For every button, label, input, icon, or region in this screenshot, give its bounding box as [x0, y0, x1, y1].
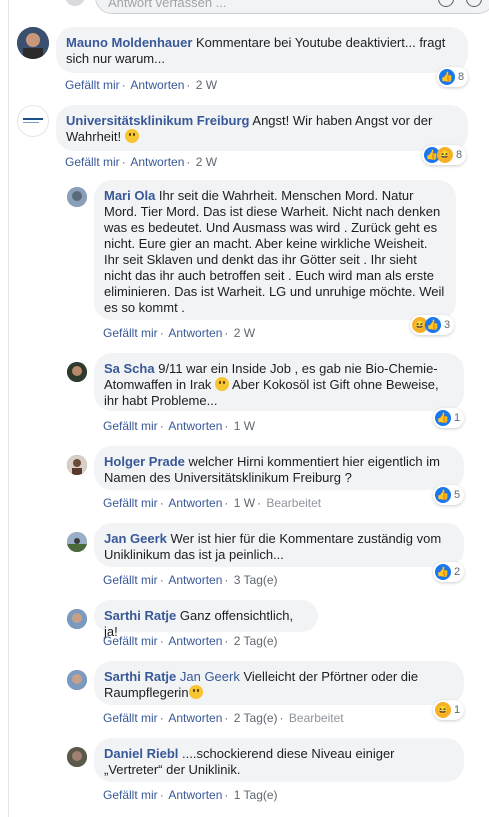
like-link[interactable]: Gefällt mir [103, 326, 158, 340]
comment-author[interactable]: Holger Prade [104, 454, 185, 469]
reaction-count: 1 [454, 412, 461, 424]
smile-emoji-icon [188, 685, 203, 699]
reaction-summary[interactable]: 👍 5 [433, 485, 465, 505]
reply-link[interactable]: Antworten [168, 419, 222, 433]
reaction-summary[interactable]: 👍 1 [433, 408, 465, 428]
avatar[interactable] [67, 670, 87, 690]
emoji-icon[interactable] [438, 0, 454, 7]
comment-author[interactable]: Sa Scha [104, 361, 155, 376]
haha-reaction-icon: 😆 [435, 702, 451, 718]
composer-avatar [65, 0, 85, 6]
comment-bubble: Daniel Riebl ....schockierend diese Nive… [94, 738, 464, 782]
reaction-summary[interactable]: 👍 8 [437, 67, 469, 87]
comment-bubble: Universitätsklinikum Freiburg Angst! Wir… [56, 105, 468, 151]
edited-label[interactable]: Bearbeitet [289, 711, 344, 725]
timestamp[interactable]: 2 W [196, 78, 217, 92]
like-reaction-icon: 👍 [435, 410, 451, 426]
avatar[interactable] [67, 362, 87, 382]
like-link[interactable]: Gefällt mir [65, 155, 120, 169]
mention-link[interactable]: Jan Geerk [180, 669, 240, 684]
comment-actions: Gefällt mir · Antworten · 2 Tag(e) [103, 634, 278, 648]
timestamp[interactable]: 2 W [196, 155, 217, 169]
reaction-count: 1 [454, 704, 461, 716]
reaction-count: 8 [456, 149, 463, 161]
comment-author[interactable]: Mari Ola [104, 188, 155, 203]
like-reaction-icon: 👍 [425, 317, 441, 333]
like-link[interactable]: Gefällt mir [103, 496, 158, 510]
avatar[interactable] [67, 747, 87, 767]
smile-emoji-icon [215, 377, 230, 391]
like-reaction-icon: 👍 [439, 69, 455, 85]
comment-author[interactable]: Sarthi Ratje [104, 608, 176, 623]
reply-link[interactable]: Antworten [168, 711, 222, 725]
reply-link[interactable]: Antworten [168, 788, 222, 802]
comment-actions: Gefällt mir · Antworten · 2 W [65, 155, 218, 169]
reaction-summary[interactable]: 😆 1 [433, 700, 465, 720]
reaction-count: 5 [454, 489, 461, 501]
comment-actions: Gefällt mir · Antworten · 1 Tag(e) [103, 788, 278, 802]
timestamp[interactable]: 1 W [234, 419, 255, 433]
avatar[interactable] [17, 27, 49, 59]
reaction-count: 8 [458, 71, 465, 83]
like-reaction-icon: 👍 [435, 487, 451, 503]
haha-reaction-icon: 😆 [437, 147, 453, 163]
comment-bubble: Sa Scha 9/11 war ein Inside Job , es gab… [94, 353, 464, 411]
timestamp[interactable]: 2 Tag(e) [234, 711, 278, 725]
comment-actions: Gefällt mir · Antworten · 2 W [65, 78, 218, 92]
like-link[interactable]: Gefällt mir [103, 573, 158, 587]
reaction-summary[interactable]: 👍 2 [433, 562, 465, 582]
comment-text: Ihr seit die Wahrheit. Menschen Mord. Na… [104, 188, 445, 315]
like-link[interactable]: Gefällt mir [103, 419, 158, 433]
comment-actions: Gefällt mir · Antworten · 3 Tag(e) [103, 573, 278, 587]
timestamp[interactable]: 1 Tag(e) [234, 788, 278, 802]
reply-input[interactable]: Antwort verfassen ... [95, 0, 489, 14]
avatar[interactable] [67, 532, 87, 552]
like-link[interactable]: Gefällt mir [65, 78, 120, 92]
reply-link[interactable]: Antworten [168, 326, 222, 340]
reply-placeholder: Antwort verfassen ... [108, 0, 227, 10]
avatar[interactable] [67, 455, 87, 475]
comment-actions: Gefällt mir · Antworten · 2 Tag(e) · Bearbe… [103, 711, 344, 725]
avatar[interactable] [67, 609, 87, 629]
comment-actions: Gefällt mir · Antworten · 1 W [103, 419, 256, 433]
roll-eyes-emoji-icon [124, 129, 139, 143]
comment-author[interactable]: Mauno Moldenhauer [66, 35, 192, 50]
reply-link[interactable]: Antworten [168, 496, 222, 510]
timestamp[interactable]: 2 Tag(e) [234, 634, 278, 648]
avatar[interactable] [17, 105, 49, 137]
comment-bubble: Sarthi Ratje Jan Geerk Vielleicht der Pf… [94, 661, 464, 705]
reply-link[interactable]: Antworten [168, 634, 222, 648]
comment-author[interactable]: Sarthi Ratje [104, 669, 176, 684]
reaction-count: 2 [454, 566, 461, 578]
reaction-count: 3 [444, 319, 451, 331]
comment-author[interactable]: Daniel Riebl [104, 746, 178, 761]
like-link[interactable]: Gefällt mir [103, 788, 158, 802]
reaction-summary[interactable]: 😆 👍 3 [410, 315, 455, 335]
comment-bubble: Mari Ola Ihr seit die Wahrheit. Menschen… [94, 180, 456, 320]
comment-author[interactable]: Jan Geerk [104, 531, 167, 546]
thread-line [8, 0, 9, 817]
like-link[interactable]: Gefällt mir [103, 634, 158, 648]
reaction-summary[interactable]: 👍 😆 8 [422, 145, 467, 165]
reply-link[interactable]: Antworten [130, 78, 184, 92]
timestamp[interactable]: 3 Tag(e) [234, 573, 278, 587]
reply-link[interactable]: Antworten [130, 155, 184, 169]
comment-bubble: Holger Prade welcher Hirni kommentiert h… [94, 446, 464, 490]
comment-actions: Gefällt mir · Antworten · 1 W · Bearbeitet [103, 496, 322, 510]
timestamp[interactable]: 1 W [234, 496, 255, 510]
comment-actions: Gefällt mir · Antworten · 2 W [103, 326, 256, 340]
comment-bubble: Sarthi Ratje Ganz offensichtlich, ja! [94, 600, 318, 639]
edited-label[interactable]: Bearbeitet [266, 496, 321, 510]
comment-author[interactable]: Universitätsklinikum Freiburg [66, 113, 250, 128]
comment-bubble: Mauno Moldenhauer Kommentare bei Youtube… [56, 27, 468, 73]
timestamp[interactable]: 2 W [234, 326, 255, 340]
reply-link[interactable]: Antworten [168, 573, 222, 587]
comment-bubble: Jan Geerk Wer ist hier für die Kommentar… [94, 523, 464, 567]
like-link[interactable]: Gefällt mir [103, 711, 158, 725]
like-reaction-icon: 👍 [435, 564, 451, 580]
gif-icon[interactable] [466, 0, 482, 7]
avatar[interactable] [67, 187, 87, 207]
